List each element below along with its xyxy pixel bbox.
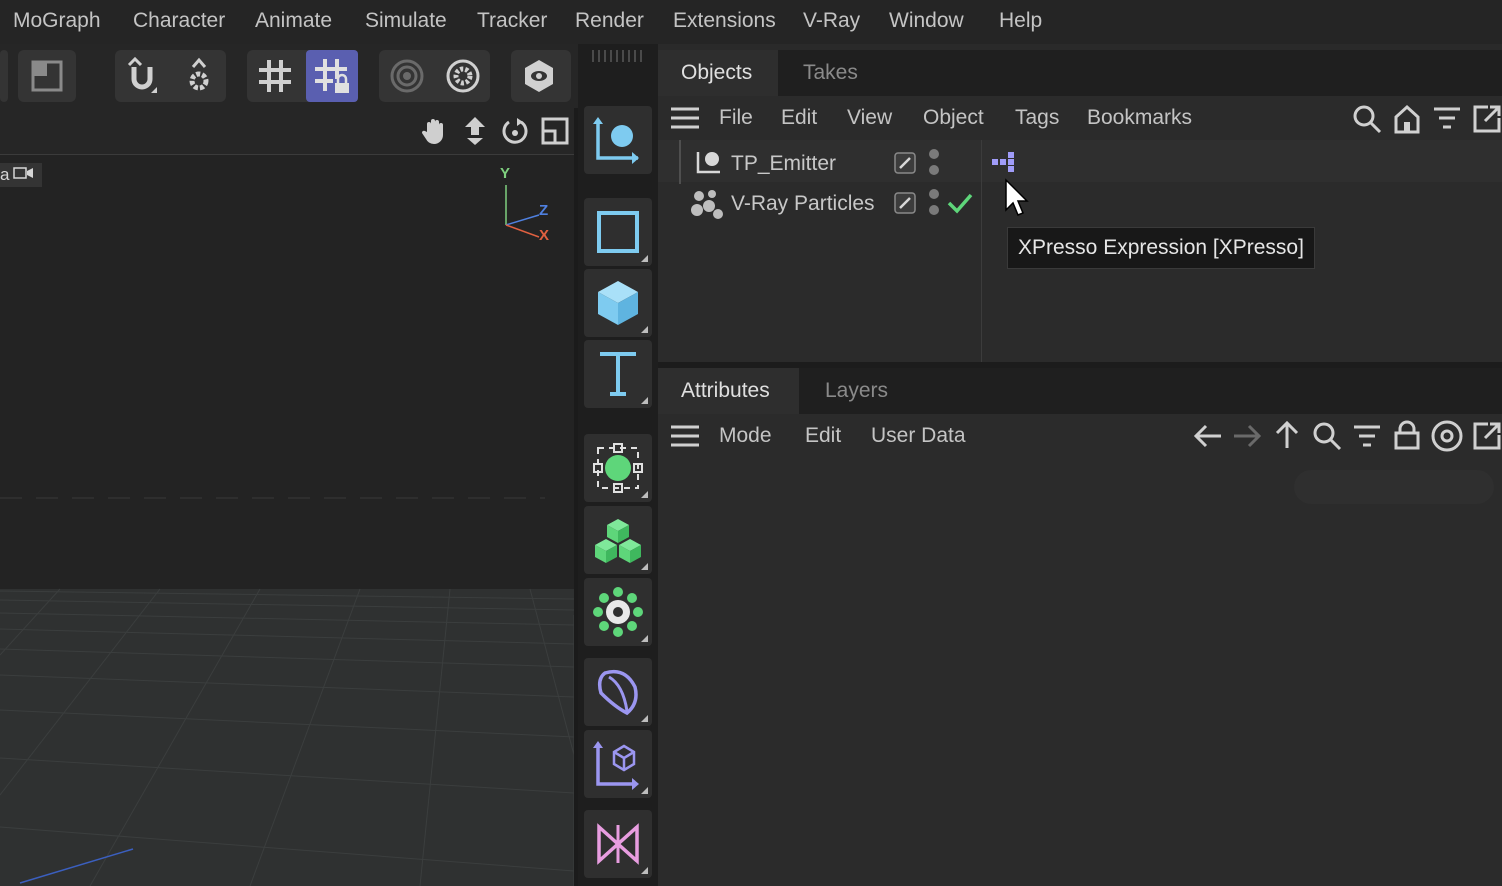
rectangle-icon[interactable] xyxy=(584,198,652,266)
menu-mograph[interactable]: MoGraph xyxy=(13,9,101,33)
deformer-icon[interactable] xyxy=(584,658,652,726)
objects-menu-bookmarks[interactable]: Bookmarks xyxy=(1087,106,1192,130)
filter-icon[interactable] xyxy=(1352,424,1382,455)
3d-viewport[interactable]: a Y Z X xyxy=(0,155,574,886)
cube-icon[interactable] xyxy=(584,269,652,337)
camera-label[interactable]: a xyxy=(0,163,42,187)
axis-gizmo: Y Z X xyxy=(495,165,565,250)
objects-menu-file[interactable]: File xyxy=(719,106,753,130)
object-name[interactable]: TP_Emitter xyxy=(731,152,836,176)
attributes-menu-user-data[interactable]: User Data xyxy=(871,424,966,448)
objects-menu-object[interactable]: Object xyxy=(923,106,984,130)
enabled-check-icon[interactable] xyxy=(947,192,973,219)
menu-simulate[interactable]: Simulate xyxy=(365,9,447,33)
search-icon[interactable] xyxy=(1312,421,1342,456)
model-mode-icon[interactable] xyxy=(24,50,70,102)
move-vertical-icon[interactable] xyxy=(461,116,489,151)
lock-icon[interactable] xyxy=(1394,420,1420,455)
menu-character[interactable]: Character xyxy=(133,9,225,33)
visibility-dots-icon[interactable] xyxy=(927,188,941,223)
menu-extensions[interactable]: Extensions xyxy=(673,9,776,33)
maximize-icon[interactable] xyxy=(541,117,569,150)
null-object-icon[interactable] xyxy=(584,730,652,798)
cloner-icon[interactable] xyxy=(584,506,652,574)
filter-icon[interactable] xyxy=(1432,106,1462,137)
edit-visibility-icon[interactable] xyxy=(894,152,916,179)
palette-grip[interactable] xyxy=(592,50,646,62)
back-arrow-icon[interactable] xyxy=(1193,422,1223,455)
attributes-search-field[interactable] xyxy=(1294,470,1494,504)
home-icon[interactable] xyxy=(1393,104,1421,139)
generator-icon[interactable] xyxy=(584,434,652,502)
objects-panel-tabs: Objects Takes xyxy=(658,50,1502,96)
snap-settings-icon[interactable] xyxy=(176,50,222,102)
tab-takes[interactable]: Takes xyxy=(803,50,858,96)
view-eye-icon[interactable] xyxy=(516,50,562,102)
target-icon[interactable] xyxy=(1431,420,1463,457)
menu-window[interactable]: Window xyxy=(889,9,964,33)
object-row-vray-particles[interactable]: V-Ray Particles xyxy=(658,184,1502,224)
viewport-header xyxy=(0,108,574,155)
menu-bar: MoGraph Character Animate Simulate Track… xyxy=(0,0,1502,44)
objects-menu-tags[interactable]: Tags xyxy=(1015,106,1059,130)
axis-z-label: Z xyxy=(539,202,549,219)
render-settings-icon[interactable] xyxy=(440,50,486,102)
menu-vray[interactable]: V-Ray xyxy=(803,9,860,33)
particles-icon xyxy=(690,188,724,225)
forward-arrow-icon[interactable] xyxy=(1232,422,1262,455)
grid-lock-icon[interactable] xyxy=(306,50,358,102)
objects-menu-bar: File Edit View Object Tags Bookmarks xyxy=(658,96,1502,140)
up-arrow-icon[interactable] xyxy=(1273,420,1301,455)
tab-attributes[interactable]: Attributes xyxy=(658,368,799,414)
objects-menu-view[interactable]: View xyxy=(847,106,892,130)
snap-magnet-icon[interactable] xyxy=(119,50,165,102)
axis-y-label: Y xyxy=(500,165,511,182)
objects-menu-edit[interactable]: Edit xyxy=(781,106,817,130)
attributes-menu-bar: Mode Edit User Data xyxy=(658,414,1502,458)
text-icon[interactable] xyxy=(584,340,652,408)
axis-x-label: X xyxy=(539,227,550,244)
menu-tracker[interactable]: Tracker xyxy=(477,9,547,33)
grid-icon[interactable] xyxy=(252,50,298,102)
camera-icon xyxy=(13,165,35,186)
menu-help[interactable]: Help xyxy=(999,9,1042,33)
render-region-icon[interactable] xyxy=(384,50,430,102)
main-toolbar xyxy=(0,44,580,108)
live-selection-icon[interactable] xyxy=(584,106,652,174)
camera-tool-icon[interactable] xyxy=(584,810,652,878)
hamburger-icon[interactable] xyxy=(670,106,700,135)
visibility-dots-icon[interactable] xyxy=(927,148,941,183)
mouse-cursor-icon xyxy=(1004,178,1030,223)
attributes-menu-edit[interactable]: Edit xyxy=(805,424,841,448)
rotate-icon[interactable] xyxy=(501,116,529,151)
tool-palette xyxy=(578,44,658,886)
camera-name: a xyxy=(0,165,10,184)
popout-icon[interactable] xyxy=(1472,421,1502,456)
attributes-panel-tabs: Attributes Layers xyxy=(658,368,1502,414)
xpresso-tag-icon[interactable] xyxy=(990,150,1018,177)
menu-render[interactable]: Render xyxy=(575,9,644,33)
edit-visibility-icon[interactable] xyxy=(894,192,916,219)
popout-icon[interactable] xyxy=(1472,104,1502,139)
hamburger-icon[interactable] xyxy=(670,424,700,453)
search-icon[interactable] xyxy=(1352,104,1382,139)
effector-icon[interactable] xyxy=(584,578,652,646)
tooltip: XPresso Expression [XPresso] xyxy=(1007,227,1315,269)
null-object-icon xyxy=(694,148,724,181)
tab-objects[interactable]: Objects xyxy=(658,50,778,96)
object-name[interactable]: V-Ray Particles xyxy=(731,192,875,216)
column-divider xyxy=(981,140,982,362)
object-row-tp-emitter[interactable]: TP_Emitter xyxy=(658,140,1502,207)
pan-hand-icon[interactable] xyxy=(420,116,450,151)
attributes-body xyxy=(658,458,1502,886)
menu-animate[interactable]: Animate xyxy=(255,9,332,33)
tab-layers[interactable]: Layers xyxy=(825,368,888,414)
attributes-menu-mode[interactable]: Mode xyxy=(719,424,772,448)
